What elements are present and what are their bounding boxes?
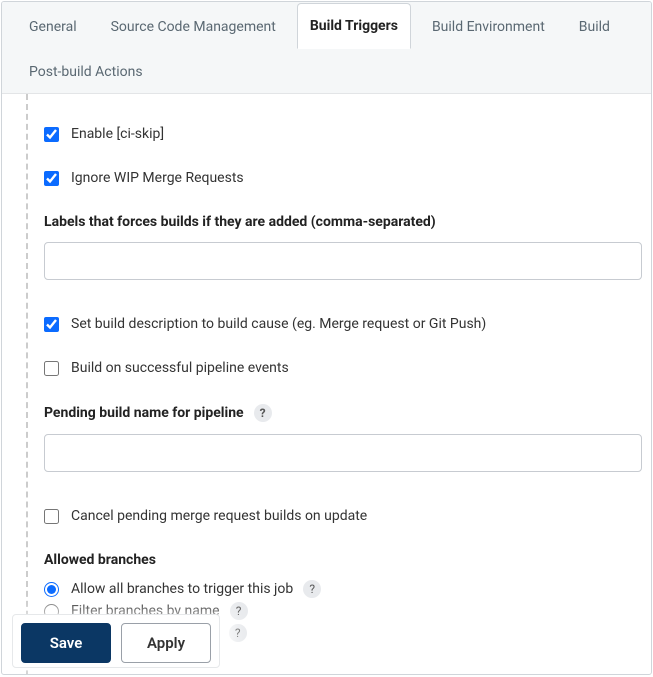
build-on-pipeline-label: Build on successful pipeline events	[71, 360, 289, 376]
cancel-pending-label: Cancel pending merge request builds on u…	[71, 508, 367, 524]
allow-all-branches-label: Allow all branches to trigger this job	[71, 581, 293, 597]
allowed-branches-title: Allowed branches	[44, 552, 627, 568]
set-build-desc-label: Set build description to build cause (eg…	[71, 316, 486, 332]
apply-button[interactable]: Apply	[121, 623, 211, 663]
cancel-pending-checkbox[interactable]	[44, 509, 59, 524]
build-on-pipeline-checkbox[interactable]	[44, 361, 59, 376]
enable-ci-skip-label: Enable [ci-skip]	[71, 126, 164, 142]
labels-force-build-input[interactable]	[44, 242, 642, 280]
help-icon[interactable]: ?	[229, 624, 247, 642]
save-button[interactable]: Save	[21, 623, 111, 663]
footer-actions: Save Apply	[12, 614, 220, 668]
ignore-wip-checkbox[interactable]	[44, 171, 59, 186]
pending-build-title: Pending build name for pipeline	[44, 405, 244, 421]
tab-build-triggers[interactable]: Build Triggers	[297, 3, 411, 49]
pending-build-input[interactable]	[44, 434, 642, 472]
tab-build[interactable]: Build	[566, 4, 623, 49]
tab-post-build[interactable]: Post-build Actions	[16, 49, 156, 94]
enable-ci-skip-checkbox[interactable]	[44, 127, 59, 142]
tab-general[interactable]: General	[16, 4, 90, 49]
tab-bar: General Source Code Management Build Tri…	[2, 2, 651, 94]
section-guide-line	[26, 94, 28, 675]
tab-build-env[interactable]: Build Environment	[419, 4, 558, 49]
ignore-wip-label: Ignore WIP Merge Requests	[71, 170, 244, 186]
allow-all-branches-radio[interactable]	[44, 582, 59, 597]
help-icon[interactable]: ?	[230, 602, 248, 620]
help-icon[interactable]: ?	[303, 580, 321, 598]
tab-scm[interactable]: Source Code Management	[98, 4, 289, 49]
help-icon[interactable]: ?	[254, 404, 272, 422]
set-build-desc-checkbox[interactable]	[44, 317, 59, 332]
labels-force-build-title: Labels that forces builds if they are ad…	[44, 214, 627, 230]
